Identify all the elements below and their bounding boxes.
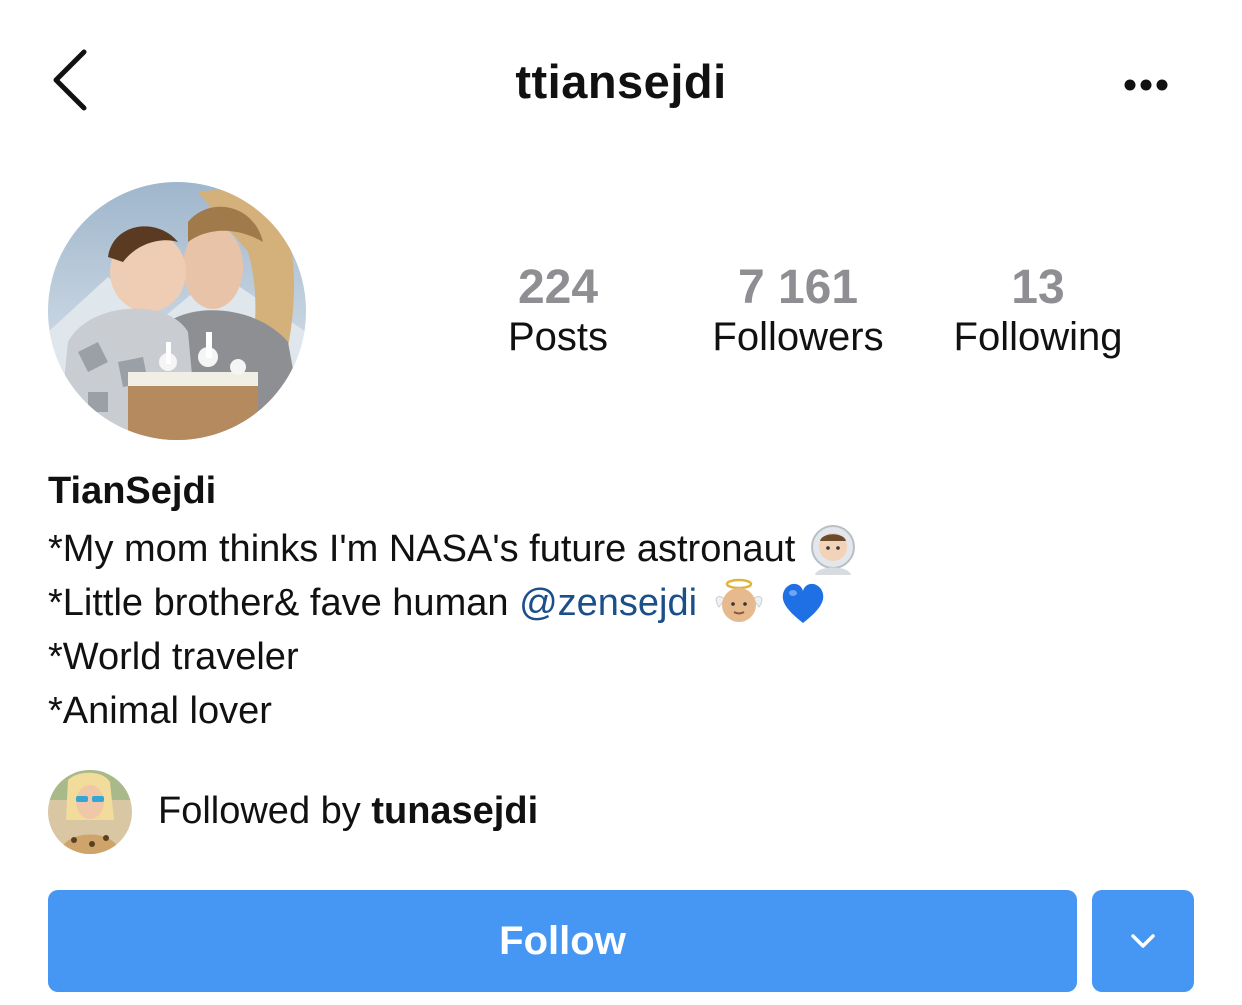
followers-stat[interactable]: 7 161 Followers xyxy=(678,258,918,362)
posts-count: 224 xyxy=(517,261,599,314)
page-title: ttiansejdi xyxy=(515,55,727,108)
followed-by-prefix: Followed by xyxy=(158,790,372,832)
followed-by-photo xyxy=(48,770,132,854)
display-name: TianSejdi xyxy=(48,470,217,512)
posts-stat[interactable]: 224 Posts xyxy=(438,258,678,362)
mention-link[interactable]: @zensejdi xyxy=(519,576,697,630)
more-options-button[interactable] xyxy=(1110,60,1180,110)
posts-label: Posts xyxy=(507,315,609,359)
follow-button[interactable]: Follow xyxy=(48,890,1077,992)
profile-avatar[interactable] xyxy=(48,182,306,440)
followed-by-text[interactable]: Followed by tunasejdi xyxy=(158,784,538,838)
following-stat[interactable]: 13 Following xyxy=(918,258,1158,362)
bio-line-1-text: *My mom thinks I'm NASA's future astrona… xyxy=(48,528,796,570)
profile-page: ttiansejdi 224 Posts 7 161 Followers 13 … xyxy=(0,0,1242,1005)
bio-line-2-text: *Little brother& fave human xyxy=(48,582,520,624)
profile-photo xyxy=(48,182,306,440)
bio: *My mom thinks I'm NASA's future astrona… xyxy=(48,522,1198,738)
followers-count: 7 161 xyxy=(737,261,859,314)
more-horizontal-icon xyxy=(1124,79,1168,91)
blue-heart-emoji xyxy=(782,583,824,623)
following-label: Following xyxy=(953,315,1123,359)
followed-by-avatar[interactable] xyxy=(48,770,132,854)
bio-line-4: *Animal lover xyxy=(48,690,272,732)
suggestions-dropdown-button[interactable] xyxy=(1092,890,1194,992)
bio-line-1: *My mom thinks I'm NASA's future astrona… xyxy=(48,522,1198,576)
bio-line-2: *Little brother& fave human @zensejdi xyxy=(48,576,1198,630)
followed-by-username: tunasejdi xyxy=(371,790,539,832)
following-count: 13 xyxy=(1011,261,1065,314)
bio-line-3: *World traveler xyxy=(48,636,299,678)
baby-angel-emoji xyxy=(715,578,763,622)
followers-label: Followers xyxy=(712,315,884,359)
astronaut-emoji xyxy=(811,525,856,575)
chevron-down-icon xyxy=(1131,934,1155,948)
